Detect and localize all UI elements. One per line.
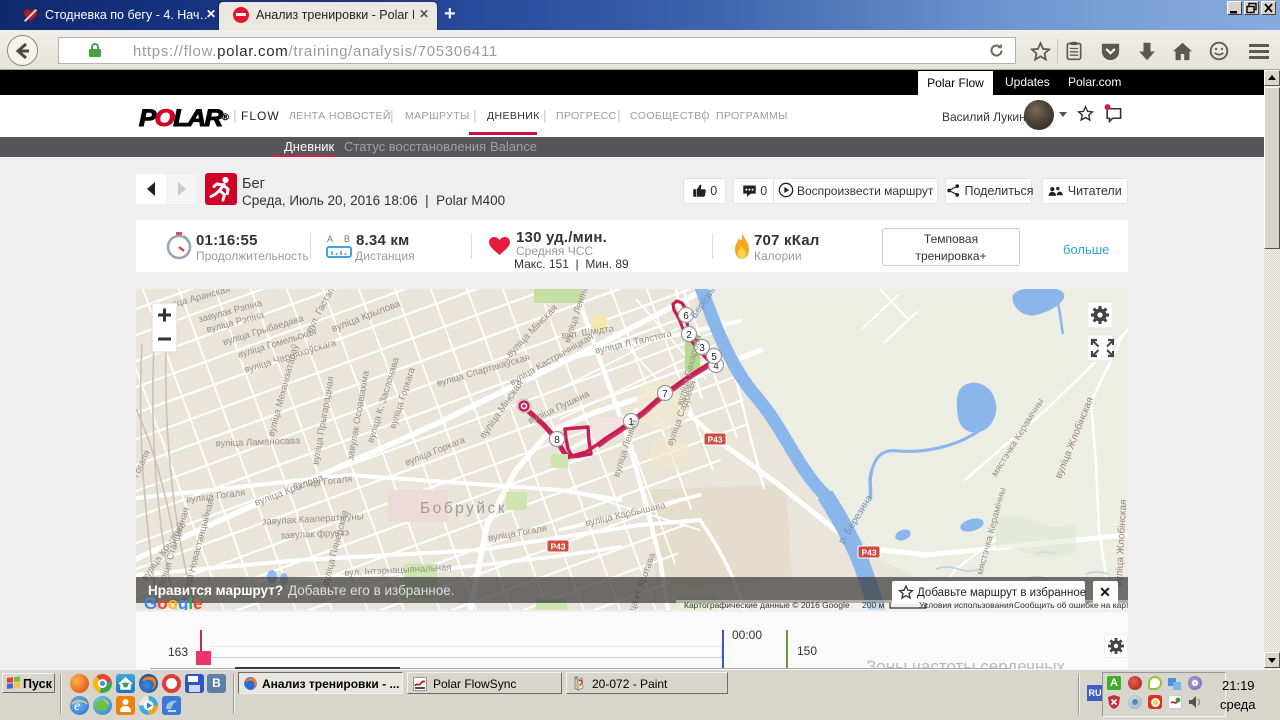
svg-text:Добавьте его в избранное.: Добавьте его в избранное. [288, 583, 455, 598]
svg-text:Добавьте маршрут в избранное: Добавьте маршрут в избранное [917, 587, 1086, 599]
svg-text:7: 7 [662, 389, 668, 400]
svg-text:6: 6 [683, 311, 689, 322]
svg-text:Р43: Р43 [861, 548, 876, 558]
svg-text:Р43: Р43 [707, 435, 722, 445]
svg-text:5: 5 [711, 352, 717, 363]
svg-text:Р43: Р43 [550, 542, 565, 552]
svg-text:Бобруйск: Бобруйск [420, 500, 507, 517]
svg-text:8: 8 [554, 435, 560, 446]
svg-text:Сообщить об ошибке на карте: Сообщить об ошибке на карте [1014, 600, 1128, 610]
svg-text:Картографические данные © 2016: Картографические данные © 2016 Google [684, 600, 850, 610]
svg-text:A: A [327, 234, 333, 244]
svg-text:Условия использования: Условия использования [919, 600, 1014, 610]
svg-text:B: B [344, 234, 350, 244]
svg-text:200 м: 200 м [862, 600, 885, 610]
svg-text:✕: ✕ [1099, 584, 1111, 600]
svg-text:Google: Google [144, 594, 203, 610]
